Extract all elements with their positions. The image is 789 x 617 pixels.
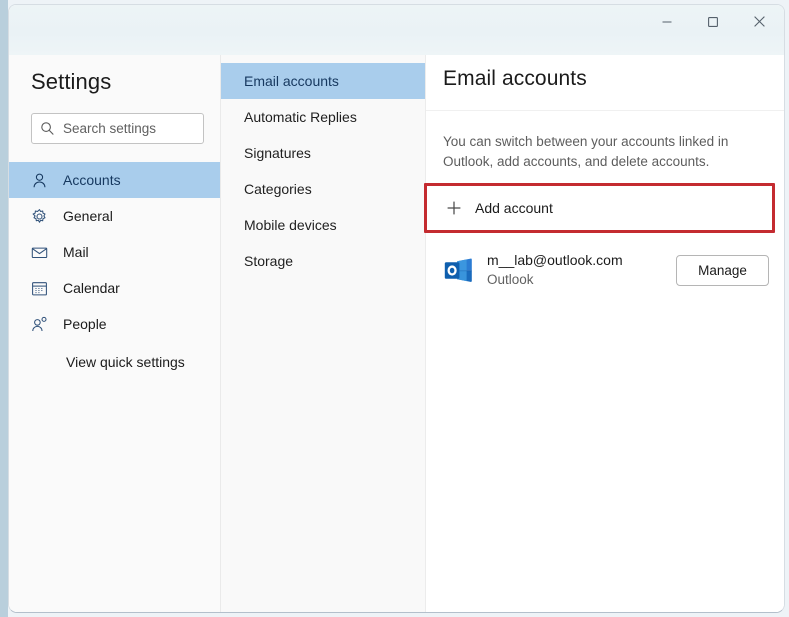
minimize-button[interactable] [644, 5, 690, 38]
view-quick-settings-label: View quick settings [66, 354, 185, 370]
sidebar-item-label: People [63, 316, 107, 332]
view-quick-settings-link[interactable]: View quick settings [9, 344, 220, 380]
search-settings-box[interactable] [31, 113, 204, 144]
outlook-icon [443, 255, 474, 286]
subnav-item-label: Automatic Replies [244, 109, 357, 125]
page-title: Settings [31, 69, 112, 94]
search-icon [41, 122, 54, 135]
account-info: m__lab@outlook.com Outlook [487, 251, 663, 289]
desktop-backdrop: Settings Accounts [0, 0, 789, 617]
maximize-icon [708, 16, 718, 27]
subnav-item-label: Mobile devices [244, 217, 337, 233]
sidebar-item-people[interactable]: People [9, 306, 220, 342]
add-account-label: Add account [475, 200, 553, 216]
account-email: m__lab@outlook.com [487, 252, 623, 268]
main-title: Email accounts [443, 67, 587, 90]
minimize-icon [662, 20, 672, 23]
subnav-item-email-accounts[interactable]: Email accounts [221, 63, 425, 99]
search-input[interactable] [63, 121, 195, 136]
subnav-item-label: Storage [244, 253, 294, 269]
subnav-item-label: Email accounts [244, 73, 339, 89]
desktop-left-edge [0, 0, 8, 617]
plus-icon [446, 200, 462, 216]
settings-window: Settings Accounts [8, 4, 785, 613]
sidebar-item-accounts[interactable]: Accounts [9, 162, 220, 198]
close-icon [753, 16, 765, 27]
envelope-icon [31, 244, 48, 261]
accounts-subnav: Email accounts Automatic Replies Signatu… [221, 55, 426, 612]
settings-sidebar: Settings Accounts [9, 55, 221, 612]
account-list-item[interactable]: m__lab@outlook.com Outlook Manage [426, 233, 784, 289]
sidebar-item-general[interactable]: General [9, 198, 220, 234]
subnav-item-label: Signatures [244, 145, 311, 161]
gear-icon [31, 208, 48, 225]
sidebar-item-label: General [63, 208, 113, 224]
maximize-button[interactable] [690, 5, 736, 38]
sidebar-item-calendar[interactable]: Calendar [9, 270, 220, 306]
close-button[interactable] [736, 5, 782, 38]
subnav-item-signatures[interactable]: Signatures [221, 135, 425, 171]
add-account-button[interactable]: Add account [430, 189, 769, 227]
subnav-item-automatic-replies[interactable]: Automatic Replies [221, 99, 425, 135]
calendar-icon [31, 280, 48, 297]
window-titlebar[interactable] [9, 5, 784, 55]
subnav-item-mobile-devices[interactable]: Mobile devices [221, 207, 425, 243]
sidebar-item-label: Calendar [63, 280, 120, 296]
main-header: Email accounts [426, 55, 784, 111]
subnav-item-label: Categories [244, 181, 312, 197]
account-provider: Outlook [487, 272, 534, 287]
people-icon [31, 316, 48, 333]
subnav-item-categories[interactable]: Categories [221, 171, 425, 207]
sidebar-item-mail[interactable]: Mail [9, 234, 220, 270]
main-description: You can switch between your accounts lin… [443, 134, 729, 169]
sidebar-item-label: Mail [63, 244, 89, 260]
main-content: Email accounts You can switch between yo… [424, 55, 784, 612]
manage-account-button[interactable]: Manage [676, 254, 769, 286]
subnav-item-storage[interactable]: Storage [221, 243, 425, 279]
person-icon [31, 172, 48, 189]
window-body: Settings Accounts [9, 55, 784, 612]
sidebar-item-label: Accounts [63, 172, 121, 188]
add-account-highlight: Add account [424, 183, 775, 233]
